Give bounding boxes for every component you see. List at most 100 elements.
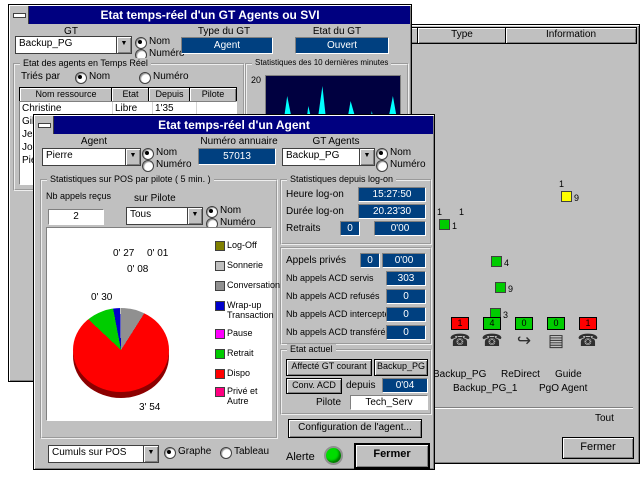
- pie-value-label: 3' 54: [139, 402, 160, 413]
- agent-radio-numero[interactable]: [142, 160, 154, 172]
- agent-select-value: Pierre: [46, 149, 125, 163]
- pie-value-label: 0' 27: [113, 248, 134, 259]
- station-guide[interactable]: 0 ▤: [541, 317, 571, 352]
- tout-label: Tout: [595, 413, 614, 424]
- chevron-down-icon[interactable]: ▼: [143, 446, 158, 462]
- system-menu-icon[interactable]: [35, 116, 54, 134]
- gt-courant-button[interactable]: Backup_PG: [374, 359, 428, 376]
- chevron-down-icon[interactable]: ▼: [359, 149, 374, 165]
- agent-window-titlebar[interactable]: Etat temps-réel d'un Agent: [35, 116, 433, 134]
- etat-conv-button[interactable]: Conv. ACD: [286, 378, 342, 394]
- column-header-information[interactable]: Information: [505, 27, 637, 44]
- column-header-type[interactable]: Type: [417, 27, 507, 44]
- sur-pilote-label: sur Pilote: [134, 193, 176, 204]
- chevron-down-icon[interactable]: ▼: [116, 37, 131, 53]
- pos-stats-group: Statistiques sur POS par pilote ( 5 min.…: [40, 179, 278, 439]
- tableau-radio-label: Tableau: [234, 446, 269, 457]
- pie-value-label: 0' 30: [91, 292, 112, 303]
- agent-select[interactable]: Pierre ▼: [42, 148, 141, 166]
- desktop: Type Information 1 9 1 1 1 4 9 3 18 1 ☎ …: [0, 0, 640, 480]
- legend-item: Pause: [215, 328, 273, 338]
- acd-servis-value: 303: [386, 271, 426, 286]
- gt-node-value: 9: [508, 284, 513, 294]
- acd-transferes-label: Nb appels ACD transférés: [286, 327, 390, 337]
- affecte-gt-button[interactable]: Affecté GT courant: [286, 359, 372, 376]
- legend-swatch: [215, 301, 225, 311]
- logon-stats-group: Statistiques depuis log-on Heure log-on …: [280, 179, 432, 245]
- chevron-down-icon[interactable]: ▼: [125, 149, 140, 165]
- gt-window-titlebar[interactable]: Etat temps-réel d'un GT Agents ou SVI: [10, 6, 410, 24]
- depuis-value: 0'04: [382, 378, 428, 393]
- station-label: PgO Agent: [539, 383, 587, 394]
- gt-node-value: 1: [452, 221, 457, 231]
- acd-interceptes-value: 0: [386, 307, 426, 322]
- acd-interceptes-label: Nb appels ACD interceptés: [286, 309, 394, 319]
- legend-item: Conversation: [215, 280, 273, 290]
- cumuls-select-value: Cumuls sur POS: [52, 446, 143, 460]
- station-label: Guide: [555, 369, 582, 380]
- pilote-value: Tech_Serv: [350, 395, 428, 410]
- etat-actuel-title: Etat actuel: [287, 344, 336, 354]
- fermer-button[interactable]: Fermer: [354, 443, 430, 469]
- gt-select[interactable]: Backup_PG ▼: [15, 36, 132, 54]
- station-backup-pg-1[interactable]: 4 ☎: [477, 317, 507, 352]
- cumuls-select[interactable]: Cumuls sur POS ▼: [48, 445, 159, 463]
- type-gt-label: Type du GT: [174, 26, 274, 37]
- numero-annuaire-label: Numéro annuaire: [184, 136, 294, 147]
- gt-select-value: Backup_PG: [19, 37, 116, 51]
- pilote-radio-nom-label: Nom: [220, 205, 241, 216]
- retraits-duration: 0'00: [374, 221, 426, 236]
- gt-node[interactable]: 4: [491, 256, 509, 269]
- depuis-label: depuis: [346, 380, 375, 391]
- station-backup-pg[interactable]: 1 ☎: [445, 317, 475, 352]
- gt-node-value: 9: [574, 193, 579, 203]
- station-label: Backup_PG: [433, 369, 486, 380]
- pie-value-label: 0' 01: [147, 248, 168, 259]
- gt-node-count: 1: [459, 207, 464, 217]
- legend-swatch: [215, 329, 225, 339]
- sort-radio-numero-label: Numéro: [153, 71, 189, 82]
- gt-agents-radio-nom[interactable]: [376, 148, 388, 160]
- station-pgo-agent[interactable]: 1 ☎: [573, 317, 603, 352]
- legend-item: Log-Off: [215, 240, 273, 250]
- station-count-badge: 0: [515, 317, 533, 330]
- gt-agents-radio-numero[interactable]: [376, 160, 388, 172]
- sort-radio-nom[interactable]: [75, 72, 87, 84]
- station-redirect[interactable]: 0 ↪: [509, 317, 539, 352]
- agent-window: Etat temps-réel d'un Agent Agent Pierre …: [33, 114, 435, 470]
- gt-radio-nom-label: Nom: [149, 36, 170, 47]
- gt-radio-nom[interactable]: [135, 37, 147, 49]
- gt-node[interactable]: 9: [561, 191, 579, 204]
- configuration-button[interactable]: Configuration de l'agent...: [288, 419, 422, 438]
- legend-item: Privé et Autre: [215, 386, 273, 406]
- tableau-radio[interactable]: [220, 447, 232, 459]
- divider: [433, 407, 633, 409]
- system-menu-icon[interactable]: [10, 6, 29, 24]
- gt-node[interactable]: 9: [495, 282, 513, 295]
- pilote-radio-nom[interactable]: [206, 206, 218, 218]
- minutes-stats-title: Statistiques des 10 dernières minutes: [252, 58, 391, 67]
- legend-swatch: [215, 349, 225, 359]
- gt-radio-numero-label: Numéro: [149, 48, 185, 59]
- legend-item: Dispo: [215, 368, 273, 378]
- phone-icon: ☎: [445, 330, 475, 352]
- graphe-radio[interactable]: [164, 447, 176, 459]
- heure-logon-value: 15:27:50: [358, 187, 426, 202]
- sort-radio-numero[interactable]: [139, 72, 151, 84]
- gt-node-square: [561, 191, 572, 202]
- pilote-select[interactable]: Tous ▼: [126, 207, 203, 225]
- chevron-down-icon[interactable]: ▼: [187, 208, 202, 224]
- agent-radio-nom[interactable]: [142, 148, 154, 160]
- pie-value-label: 0' 08: [127, 264, 148, 275]
- gt-agents-select-value: Backup_PG: [286, 149, 359, 163]
- acd-transferes-value: 0: [386, 325, 426, 340]
- gt-node-square: [495, 282, 506, 293]
- station-label: ReDirect: [501, 369, 540, 380]
- gt-agents-select[interactable]: Backup_PG ▼: [282, 148, 375, 166]
- duree-logon-label: Durée log-on: [286, 206, 344, 217]
- fermer-button[interactable]: Fermer: [562, 437, 634, 459]
- agent-label: Agent: [54, 136, 134, 147]
- gt-node[interactable]: 1: [439, 219, 457, 232]
- phone-icon: ☎: [573, 330, 603, 352]
- station-count-badge: 1: [579, 317, 597, 330]
